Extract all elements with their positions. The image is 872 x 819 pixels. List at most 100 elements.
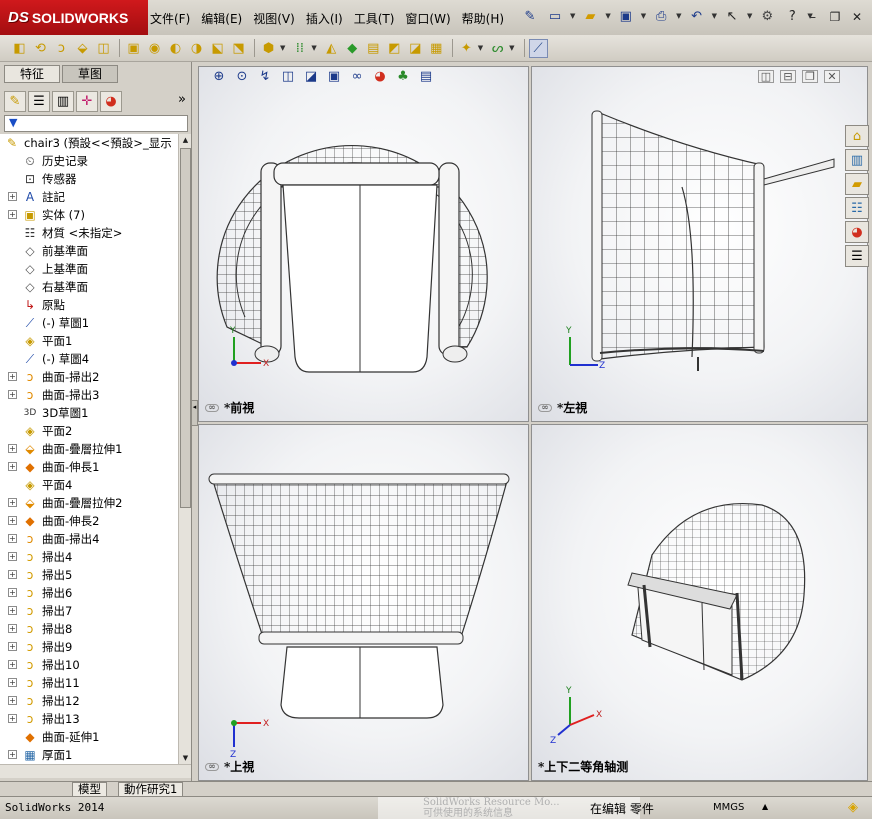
tree-item[interactable]: ⟋ (-) 草圖1: [0, 314, 178, 332]
select-arrow-icon[interactable]: ↖: [722, 6, 742, 26]
link-views-icon[interactable]: ∞: [538, 403, 552, 412]
viewport-close-icon[interactable]: ✕: [824, 70, 840, 83]
expand-toggle-icon[interactable]: +: [8, 642, 17, 651]
offset-surface-icon[interactable]: ◭: [322, 39, 341, 58]
viewport-restore-icon[interactable]: ❐: [802, 70, 818, 83]
tree-filter-input[interactable]: ▼: [4, 115, 188, 132]
close-icon[interactable]: ✕: [848, 10, 866, 24]
tab-motion-study-1[interactable]: 動作研究1: [118, 782, 184, 797]
solidworks-logo[interactable]: DS SOLIDWORKS: [0, 0, 148, 35]
scroll-up-icon[interactable]: ▲: [180, 134, 191, 146]
expand-toggle-icon[interactable]: +: [8, 372, 17, 381]
tree-item[interactable]: ◈ 平面2: [0, 422, 178, 440]
filled-surface-icon[interactable]: ⬔: [229, 39, 248, 58]
hide-show-icon[interactable]: ∞: [348, 68, 366, 86]
tree-item[interactable]: ⊡ 传感器: [0, 170, 178, 188]
view-settings-icon[interactable]: ▤: [417, 68, 435, 86]
restore-icon[interactable]: ❐: [826, 10, 844, 24]
trim-surface-icon[interactable]: ◩: [385, 39, 404, 58]
chevron-down-icon[interactable]: ▼: [712, 12, 717, 20]
section-view-icon[interactable]: ◫: [279, 68, 297, 86]
menu-help[interactable]: 帮助(H): [462, 10, 504, 27]
expand-toggle-icon[interactable]: +: [8, 606, 17, 615]
planar-surface-icon[interactable]: ⬢: [259, 39, 278, 58]
menu-view[interactable]: 视图(V): [253, 10, 295, 27]
thicken-tool-icon[interactable]: ◆: [343, 39, 362, 58]
tree-item[interactable]: + ▣ 实体 (7): [0, 206, 178, 224]
tree-item[interactable]: ⟋ (-) 草圖4: [0, 350, 178, 368]
tree-item[interactable]: + ↄ 掃出13: [0, 710, 178, 728]
display-style-icon[interactable]: ▣: [325, 68, 343, 86]
view-orientation-icon[interactable]: ◪: [302, 68, 320, 86]
expand-toggle-icon[interactable]: +: [8, 498, 17, 507]
reference-geometry-icon[interactable]: ✦: [457, 39, 476, 58]
scroll-thumb[interactable]: [180, 148, 191, 508]
surface-revolve-icon[interactable]: ◉: [145, 39, 164, 58]
menu-edit[interactable]: 编辑(E): [201, 10, 242, 27]
viewport-front[interactable]: Y X ∞ *前視: [198, 66, 529, 422]
surface-loft-tool-icon[interactable]: ◑: [187, 39, 206, 58]
tree-item[interactable]: + ▦ 厚面1: [0, 746, 178, 764]
rebuild-status-icon[interactable]: ◈: [848, 800, 858, 815]
tree-item[interactable]: + ⬙ 曲面-疊層拉伸1: [0, 440, 178, 458]
expand-toggle-icon[interactable]: +: [8, 534, 17, 543]
expand-toggle-icon[interactable]: +: [8, 570, 17, 579]
expand-toggle-icon[interactable]: +: [8, 696, 17, 705]
tree-item[interactable]: 3D 3D草圖1: [0, 404, 178, 422]
surface-sweep-tool-icon[interactable]: ◐: [166, 39, 185, 58]
instant3d-icon[interactable]: ⟋: [528, 38, 548, 58]
units-selector[interactable]: MMGS: [713, 802, 744, 813]
open-folder-icon[interactable]: ▰: [580, 6, 600, 26]
property-manager-icon[interactable]: ☰: [28, 90, 50, 112]
extrude-icon[interactable]: ◧: [10, 39, 29, 58]
tree-item[interactable]: + ⬙ 曲面-疊層拉伸2: [0, 494, 178, 512]
pin-icon[interactable]: ✎: [520, 6, 540, 26]
sweep-tool-icon[interactable]: ↄ: [52, 39, 71, 58]
new-document-icon[interactable]: ▭: [545, 6, 565, 26]
viewport-top[interactable]: Z X ∞ *上視: [198, 424, 529, 781]
tab-model[interactable]: 模型: [72, 782, 107, 797]
tree-item[interactable]: + ↄ 掃出9: [0, 638, 178, 656]
chevron-down-icon[interactable]: ▼: [676, 12, 681, 20]
expand-toggle-icon[interactable]: +: [8, 588, 17, 597]
expand-toggle-icon[interactable]: +: [8, 750, 17, 759]
tree-root-part[interactable]: ✎ chair3 (預設<<預設>_显示: [0, 134, 178, 152]
expand-toggle-icon[interactable]: +: [8, 516, 17, 525]
untrim-icon[interactable]: ◪: [406, 39, 425, 58]
expand-toggle-icon[interactable]: +: [8, 390, 17, 399]
tree-item[interactable]: + ↄ 掃出8: [0, 620, 178, 638]
tab-sketch[interactable]: 草图: [62, 65, 118, 83]
curves-icon[interactable]: ᔕ: [488, 39, 507, 58]
tree-item[interactable]: ◇ 上基準面: [0, 260, 178, 278]
zoom-to-fit-icon[interactable]: ⊕: [210, 68, 228, 86]
tree-item[interactable]: + ↄ 曲面-掃出3: [0, 386, 178, 404]
chevron-down-icon[interactable]: ▼: [280, 44, 285, 52]
expand-toggle-icon[interactable]: +: [8, 660, 17, 669]
chevron-down-icon[interactable]: ▼: [747, 12, 752, 20]
surface-boundary-icon[interactable]: ⬕: [208, 39, 227, 58]
tree-item[interactable]: ◈ 平面4: [0, 476, 178, 494]
tree-item[interactable]: + ↄ 掃出11: [0, 674, 178, 692]
dimxpert-icon[interactable]: ✛: [76, 90, 98, 112]
chevron-down-icon[interactable]: ▼: [641, 12, 646, 20]
print-icon[interactable]: ⎙: [651, 6, 671, 26]
viewport-split-icon[interactable]: ◫: [758, 70, 774, 83]
tree-item[interactable]: + ↄ 掃出4: [0, 548, 178, 566]
tab-features[interactable]: 特征: [4, 65, 60, 83]
zoom-area-icon[interactable]: ⊙: [233, 68, 251, 86]
scene-icon[interactable]: ♣: [394, 68, 412, 86]
view-palette-icon[interactable]: ☷: [845, 197, 869, 219]
tree-item[interactable]: ◈ 平面1: [0, 332, 178, 350]
tree-item[interactable]: + ◆ 曲面-伸長1: [0, 458, 178, 476]
tree-item[interactable]: ◇ 前基準面: [0, 242, 178, 260]
menu-insert[interactable]: 插入(I): [306, 10, 343, 27]
custom-properties-icon[interactable]: ☰: [845, 245, 869, 267]
tree-item[interactable]: ◆ 曲面-延伸1: [0, 728, 178, 746]
tree-item[interactable]: + ↄ 掃出7: [0, 602, 178, 620]
extend-surface-icon[interactable]: ▦: [427, 39, 446, 58]
tree-item[interactable]: + ↄ 掃出6: [0, 584, 178, 602]
viewport-split-2-icon[interactable]: ⊟: [780, 70, 796, 83]
boundary-tool-icon[interactable]: ◫: [94, 39, 113, 58]
feature-manager-icon[interactable]: ✎: [4, 90, 26, 112]
tree-horizontal-scrollbar[interactable]: [0, 764, 191, 778]
